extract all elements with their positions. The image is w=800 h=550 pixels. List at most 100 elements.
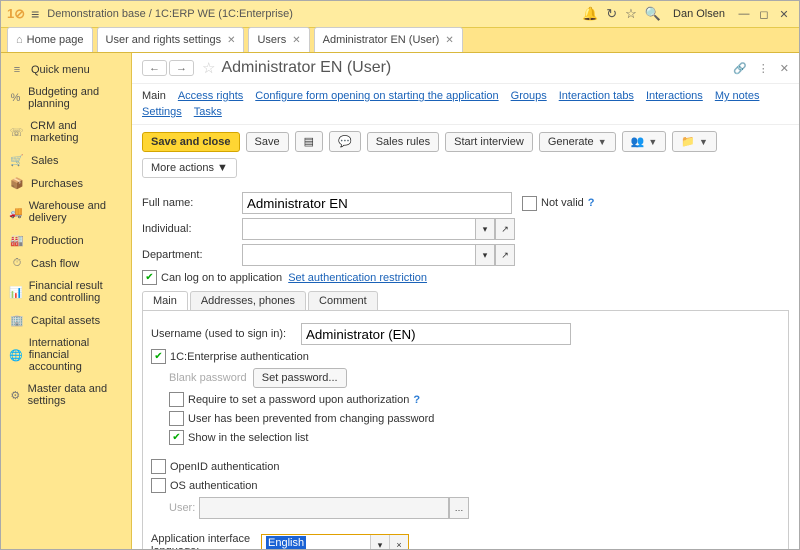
capital-icon: 🏢: [9, 314, 25, 327]
kebab-icon[interactable]: ⋮: [758, 63, 769, 75]
sidebar-item-purchases[interactable]: 📦Purchases: [1, 172, 131, 195]
tab-user-rights[interactable]: User and rights settings ✕: [97, 27, 245, 52]
can-logon-checkbox[interactable]: ✔: [142, 270, 157, 285]
sidebar-item-production[interactable]: 🏭Production: [1, 229, 131, 252]
tab-home[interactable]: ⌂Home page: [7, 27, 93, 52]
prevented-label: User has been prevented from changing pa…: [188, 413, 434, 425]
search-icon[interactable]: 🔍: [645, 6, 661, 22]
subtab-access[interactable]: Access rights: [178, 88, 243, 104]
os-auth-checkbox[interactable]: [151, 478, 166, 493]
subtab-main[interactable]: Main: [142, 88, 166, 104]
clear-icon[interactable]: ×: [389, 535, 408, 549]
help-icon[interactable]: ?: [588, 197, 595, 209]
open-icon[interactable]: ↗: [495, 218, 515, 240]
sidebar-item-intl[interactable]: 🌐International financial accounting: [1, 332, 131, 378]
folder-button[interactable]: 📁▼: [672, 131, 717, 152]
nav-forward[interactable]: →: [169, 60, 194, 76]
sales-rules-button[interactable]: Sales rules: [367, 132, 439, 152]
subtab-interactions[interactable]: Interactions: [646, 88, 703, 104]
sidebar-item-master[interactable]: ⚙Master data and settings: [1, 378, 131, 412]
inner-tab-comment[interactable]: Comment: [308, 291, 378, 310]
username-label: Username (used to sign in):: [151, 328, 301, 340]
form-body: Full name: Not valid ? Individual: ▾↗ De…: [132, 184, 799, 549]
page-title: Administrator EN (User): [221, 59, 391, 77]
close-icon[interactable]: ✕: [445, 35, 453, 46]
sidebar-item-budgeting[interactable]: %Budgeting and planning: [1, 81, 131, 115]
subtab-groups[interactable]: Groups: [511, 88, 547, 104]
list-button[interactable]: ▤: [295, 131, 323, 152]
lang-input[interactable]: English: [262, 535, 370, 549]
subtab-interaction-tabs[interactable]: Interaction tabs: [559, 88, 634, 104]
titlebar: 1⊘ ≡ Demonstration base / 1C:ERP WE (1C:…: [1, 1, 799, 28]
minimize-button[interactable]: —: [735, 6, 753, 22]
sidebar-item-capital[interactable]: 🏢 Capital assets: [1, 309, 131, 332]
more-label: More actions: [151, 162, 214, 174]
ent-auth-checkbox[interactable]: ✔: [151, 349, 166, 364]
individual-input[interactable]: [242, 218, 475, 240]
save-close-button[interactable]: Save and close: [142, 132, 240, 152]
history-icon[interactable]: ↻: [606, 6, 617, 22]
subtab-tasks[interactable]: Tasks: [194, 104, 222, 120]
main-tabs: ⌂Home page User and rights settings ✕ Use…: [1, 28, 799, 53]
inner-tabs: Main Addresses, phones Comment: [142, 291, 789, 311]
chat-button[interactable]: 💬: [329, 131, 361, 152]
inner-tab-main[interactable]: Main: [142, 291, 188, 310]
current-user[interactable]: Dan Olsen: [673, 8, 725, 20]
sidebar-item-label: CRM and marketing: [30, 120, 123, 144]
chevron-down-icon[interactable]: ▾: [370, 535, 389, 549]
sidebar-item-label: Sales: [31, 155, 59, 167]
close-page-icon[interactable]: ✕: [780, 63, 789, 75]
chevron-down-icon[interactable]: ▾: [475, 244, 495, 266]
link-icon[interactable]: 🔗: [733, 63, 747, 75]
bell-icon[interactable]: 🔔: [582, 6, 598, 22]
show-list-checkbox[interactable]: ✔: [169, 430, 184, 445]
sidebar-item-sales[interactable]: 🛒Sales: [1, 149, 131, 172]
toolbar: Save and close Save ▤ 💬 Sales rules Star…: [132, 125, 799, 184]
sidebar-item-label: Capital assets: [31, 315, 100, 327]
close-icon[interactable]: ✕: [227, 35, 235, 46]
start-interview-button[interactable]: Start interview: [445, 132, 533, 152]
full-name-label: Full name:: [142, 197, 242, 209]
generate-button[interactable]: Generate▼: [539, 132, 616, 152]
help-icon[interactable]: ?: [413, 394, 420, 406]
maximize-button[interactable]: ◻: [755, 6, 773, 22]
menu-icon[interactable]: ≡: [31, 6, 39, 22]
close-button[interactable]: ✕: [775, 6, 793, 22]
lang-value: English: [266, 536, 306, 549]
sidebar-item-financial[interactable]: 📊Financial result and controlling: [1, 275, 131, 309]
full-name-input[interactable]: [242, 192, 512, 214]
set-password-button[interactable]: Set password...: [253, 368, 347, 388]
username-input[interactable]: [301, 323, 571, 345]
openid-checkbox[interactable]: [151, 459, 166, 474]
users-button[interactable]: 👥▼: [622, 131, 667, 152]
sidebar-item-cashflow[interactable]: ⏱Cash flow: [1, 252, 131, 275]
sidebar-item-quickmenu[interactable]: ≡Quick menu: [1, 59, 131, 81]
auth-restriction-link[interactable]: Set authentication restriction: [288, 272, 427, 284]
subtab-configure[interactable]: Configure form opening on starting the a…: [255, 88, 498, 104]
blank-password-label: Blank password: [169, 372, 247, 384]
more-actions-button[interactable]: More actions ▼: [142, 158, 237, 178]
ellipsis-button[interactable]: …: [449, 497, 469, 519]
sidebar-item-warehouse[interactable]: 🚚Warehouse and delivery: [1, 195, 131, 229]
sidebar-item-label: Master data and settings: [28, 383, 123, 407]
department-label: Department:: [142, 249, 242, 261]
star-icon[interactable]: ☆: [625, 6, 637, 22]
sidebar-item-crm[interactable]: ☏CRM and marketing: [1, 115, 131, 149]
tab-administrator[interactable]: Administrator EN (User)✕: [314, 27, 463, 52]
open-icon[interactable]: ↗: [495, 244, 515, 266]
subtab-settings[interactable]: Settings: [142, 104, 182, 120]
chevron-down-icon[interactable]: ▾: [475, 218, 495, 240]
subtab-notes[interactable]: My notes: [715, 88, 760, 104]
nav-back[interactable]: ←: [142, 60, 167, 76]
department-input[interactable]: [242, 244, 475, 266]
require-pwd-checkbox[interactable]: [169, 392, 184, 407]
tab-users[interactable]: Users✕: [248, 27, 309, 52]
tab-label: User and rights settings: [106, 34, 222, 46]
save-button[interactable]: Save: [246, 132, 289, 152]
chevron-down-icon: ▼: [217, 162, 228, 174]
close-icon[interactable]: ✕: [292, 35, 300, 46]
favorite-icon[interactable]: ☆: [202, 59, 215, 77]
inner-tab-addresses[interactable]: Addresses, phones: [190, 291, 306, 310]
prevented-checkbox[interactable]: [169, 411, 184, 426]
not-valid-checkbox[interactable]: [522, 196, 537, 211]
